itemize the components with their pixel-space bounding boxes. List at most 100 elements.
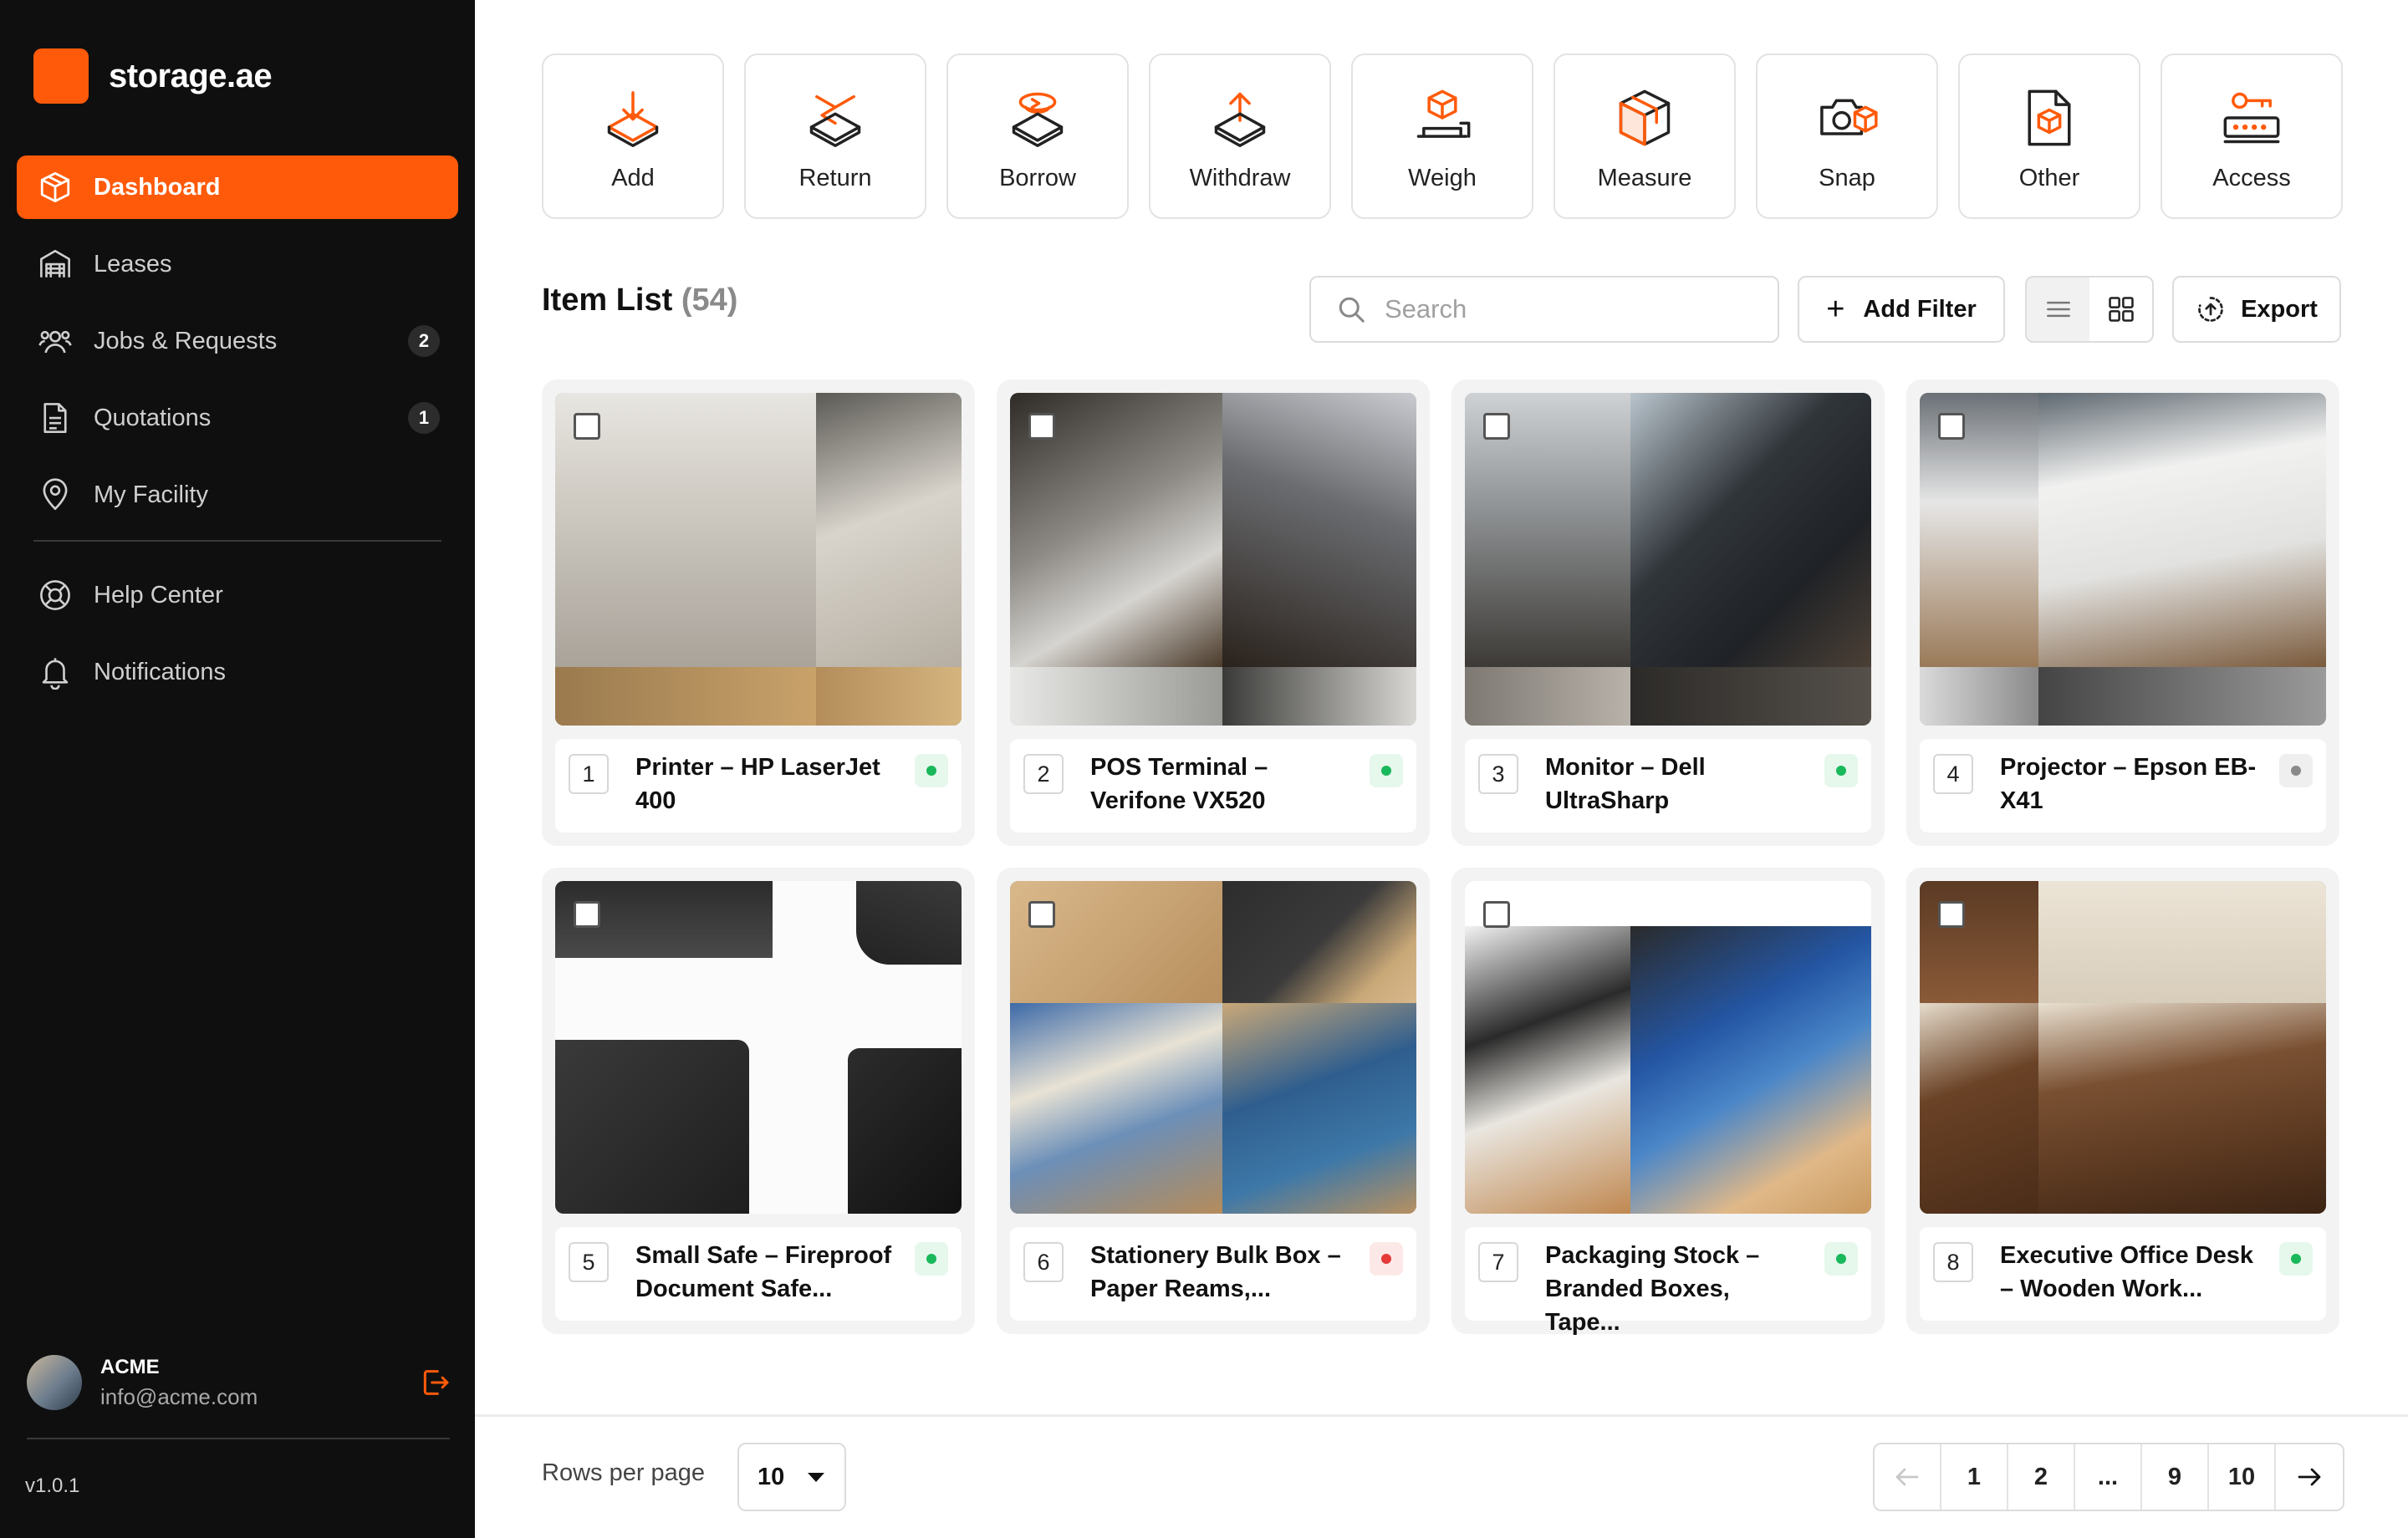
search-box[interactable] [1309, 276, 1779, 343]
status-indicator [2279, 754, 2313, 787]
photo-tile [1920, 881, 2038, 1003]
export-label: Export [2241, 295, 2318, 323]
item-card-footer: 3 Monitor – Dell UltraSharp [1465, 739, 1871, 833]
select-checkbox[interactable] [574, 413, 600, 440]
item-photo-collage [1920, 881, 2326, 1214]
action-access-button[interactable]: Access [2161, 53, 2343, 219]
item-card[interactable]: 2 POS Terminal – Verifone VX520 [997, 379, 1430, 846]
sidebar-nav: Dashboard Leases Jobs & Requests 2 Quota… [17, 155, 458, 717]
item-index: 7 [1478, 1242, 1518, 1282]
sidebar-item-my-facility[interactable]: My Facility [17, 463, 458, 527]
plus-icon: + [1826, 291, 1845, 327]
item-list-title: Item List [542, 283, 673, 318]
add-filter-button[interactable]: + Add Filter [1798, 276, 2005, 343]
item-name[interactable]: Printer – HP LaserJet 400 [635, 751, 901, 817]
item-name[interactable]: Small Safe – Fireproof Document Safe... [635, 1239, 901, 1306]
quotations-count-badge: 1 [408, 402, 440, 434]
return-icon [809, 94, 861, 147]
select-checkbox[interactable] [1028, 413, 1055, 440]
camera-icon [1820, 99, 1878, 135]
export-button[interactable]: Export [2172, 276, 2341, 343]
sidebar-item-label: Leases [94, 250, 172, 278]
user-profile[interactable]: ACME info@acme.com [27, 1352, 452, 1413]
item-index: 6 [1023, 1242, 1064, 1282]
item-card-footer: 4 Projector – Epson EB-X41 [1920, 739, 2326, 833]
select-checkbox[interactable] [574, 901, 600, 928]
item-index: 3 [1478, 754, 1518, 794]
item-card[interactable]: 8 Executive Office Desk – Wooden Work... [1906, 868, 2339, 1334]
photo-tile [816, 393, 962, 667]
item-card-footer: 1 Printer – HP LaserJet 400 [555, 739, 962, 833]
select-checkbox[interactable] [1028, 901, 1055, 928]
photo-tile [555, 667, 816, 726]
action-return-button[interactable]: Return [744, 53, 926, 219]
photo-tile [1010, 1003, 1222, 1214]
list-view-button[interactable] [2027, 278, 2089, 341]
item-index: 4 [1933, 754, 1973, 794]
action-other-button[interactable]: Other [1958, 53, 2140, 219]
brand[interactable]: storage.ae [33, 48, 273, 104]
sidebar-item-label: Quotations [94, 404, 212, 431]
sidebar-item-jobs-requests[interactable]: Jobs & Requests 2 [17, 309, 458, 373]
select-checkbox[interactable] [1483, 901, 1510, 928]
photo-tile [1920, 667, 2038, 726]
item-card-footer: 6 Stationery Bulk Box – Paper Reams,... [1010, 1227, 1416, 1321]
page-button-10[interactable]: 10 [2209, 1444, 2276, 1510]
action-weigh-button[interactable]: Weigh [1351, 53, 1533, 219]
page-button-1[interactable]: 1 [1941, 1444, 2008, 1510]
select-checkbox[interactable] [1938, 901, 1965, 928]
item-photo-collage [555, 393, 962, 726]
sidebar-item-help-center[interactable]: Help Center [17, 563, 458, 627]
status-dot [2291, 1254, 2301, 1264]
photo-tile [555, 1040, 749, 1214]
item-name[interactable]: Projector – Epson EB-X41 [2000, 751, 2266, 817]
sidebar-item-dashboard[interactable]: Dashboard [17, 155, 458, 219]
logout-icon[interactable] [418, 1366, 452, 1399]
sidebar-item-label: My Facility [94, 481, 208, 508]
item-name[interactable]: Packaging Stock – Branded Boxes, Tape... [1545, 1239, 1811, 1339]
main-content: Add Return Borrow Withdraw Weigh Measure [475, 0, 2408, 1538]
action-measure-button[interactable]: Measure [1553, 53, 1736, 219]
select-checkbox[interactable] [1938, 413, 1965, 440]
item-card-footer: 8 Executive Office Desk – Wooden Work... [1920, 1227, 2326, 1321]
item-index: 1 [569, 754, 609, 794]
action-withdraw-button[interactable]: Withdraw [1149, 53, 1331, 219]
withdraw-icon [1214, 92, 1266, 147]
action-snap-button[interactable]: Snap [1756, 53, 1938, 219]
export-icon [2198, 297, 2223, 322]
prev-page-button[interactable] [1875, 1444, 1941, 1510]
warehouse-icon [37, 246, 74, 283]
item-name[interactable]: POS Terminal – Verifone VX520 [1090, 751, 1356, 817]
action-add-button[interactable]: Add [542, 53, 724, 219]
item-card[interactable]: 5 Small Safe – Fireproof Document Safe..… [542, 868, 975, 1334]
item-card[interactable]: 3 Monitor – Dell UltraSharp [1451, 379, 1885, 846]
page-button-2[interactable]: 2 [2008, 1444, 2075, 1510]
item-card-footer: 2 POS Terminal – Verifone VX520 [1010, 739, 1416, 833]
item-card[interactable]: 6 Stationery Bulk Box – Paper Reams,... [997, 868, 1430, 1334]
scale-icon [1416, 89, 1471, 138]
jobs-count-badge: 2 [408, 325, 440, 357]
status-indicator [915, 1242, 948, 1276]
action-borrow-button[interactable]: Borrow [946, 53, 1129, 219]
app-root: storage.ae Dashboard Leases Jobs & Reque… [0, 0, 2408, 1538]
item-card[interactable]: 4 Projector – Epson EB-X41 [1906, 379, 2339, 846]
action-label: Borrow [999, 164, 1076, 191]
item-card[interactable]: 7 Packaging Stock – Branded Boxes, Tape.… [1451, 868, 1885, 1336]
sidebar-item-label: Dashboard [94, 173, 221, 201]
arrow-left-icon [1895, 1468, 1919, 1486]
item-card[interactable]: 1 Printer – HP LaserJet 400 [542, 379, 975, 846]
item-name[interactable]: Stationery Bulk Box – Paper Reams,... [1090, 1239, 1356, 1306]
item-name[interactable]: Executive Office Desk – Wooden Work... [2000, 1239, 2266, 1306]
rows-per-page-value: 10 [758, 1463, 785, 1490]
item-name[interactable]: Monitor – Dell UltraSharp [1545, 751, 1811, 817]
rows-per-page-select[interactable]: 10 [737, 1443, 846, 1511]
next-page-button[interactable] [2276, 1444, 2343, 1510]
select-checkbox[interactable] [1483, 413, 1510, 440]
sidebar-item-notifications[interactable]: Notifications [17, 640, 458, 704]
status-indicator [1370, 1242, 1403, 1276]
grid-view-button[interactable] [2089, 278, 2152, 341]
search-input[interactable] [1385, 294, 1769, 324]
page-button-9[interactable]: 9 [2142, 1444, 2209, 1510]
sidebar-item-quotations[interactable]: Quotations 1 [17, 386, 458, 450]
sidebar-item-leases[interactable]: Leases [17, 232, 458, 296]
